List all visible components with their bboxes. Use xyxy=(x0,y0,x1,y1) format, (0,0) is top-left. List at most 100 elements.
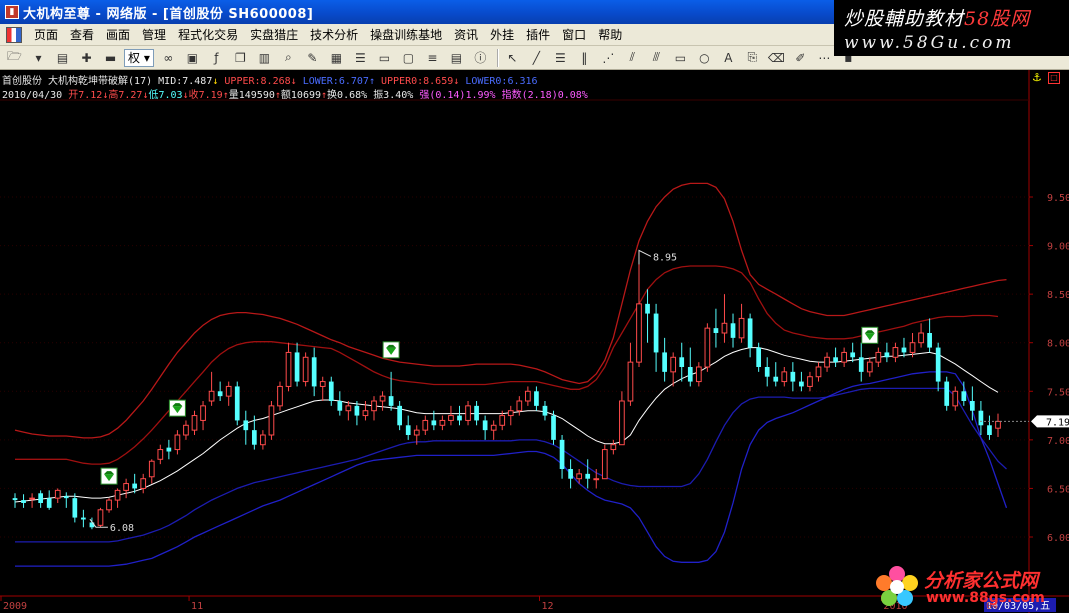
window-icon[interactable]: ▢ xyxy=(398,48,419,67)
candle-body xyxy=(970,401,975,411)
search-icon[interactable]: ⌕ xyxy=(278,48,299,67)
text-tool-icon[interactable]: A xyxy=(718,48,739,67)
tools-icon[interactable]: ✎ xyxy=(302,48,323,67)
candle-body xyxy=(183,424,189,436)
candle-body xyxy=(704,327,711,368)
candle-body xyxy=(627,361,634,402)
candle-body xyxy=(679,357,685,367)
list-icon[interactable]: ☰ xyxy=(350,48,371,67)
buy-signal-icon xyxy=(100,467,118,485)
candle-body xyxy=(935,347,941,382)
menu-item-6[interactable]: 技术分析 xyxy=(304,26,364,43)
rectangle-tool-icon[interactable]: ▭ xyxy=(670,48,691,67)
draw-icon[interactable]: ✐ xyxy=(790,48,811,67)
candle-body xyxy=(345,405,352,412)
candle-body xyxy=(507,410,514,417)
zoom-out-icon[interactable]: ▬ xyxy=(100,48,121,67)
candle-body xyxy=(114,489,121,501)
candle-body xyxy=(354,405,360,416)
info-icon[interactable]: ⓘ xyxy=(470,48,491,67)
ellipse-tool-icon[interactable]: ○ xyxy=(694,48,715,67)
menu-item-11[interactable]: 窗口 xyxy=(556,26,592,43)
upper-band-line xyxy=(15,265,999,465)
vline-tool-icon[interactable]: ‖ xyxy=(574,48,595,67)
film-icon[interactable]: ▣ xyxy=(182,48,203,67)
candle-body xyxy=(927,333,932,348)
menu-item-9[interactable]: 外挂 xyxy=(484,26,520,43)
menu-item-5[interactable]: 实盘猎庄 xyxy=(244,26,304,43)
rights-select[interactable]: 权 ▾ xyxy=(124,48,154,67)
mid-line xyxy=(14,347,999,503)
formula-icon[interactable]: ƒ xyxy=(206,48,227,67)
menu-logo-icon[interactable] xyxy=(6,26,22,43)
toolbar-separator xyxy=(496,48,499,67)
candle-body xyxy=(730,323,736,338)
brand-line1-main: 炒股輔助教材 xyxy=(844,8,965,30)
buy-signal-icon xyxy=(861,326,879,344)
candle-body xyxy=(815,366,822,378)
candle-body xyxy=(405,425,411,435)
menu-item-0[interactable]: 页面 xyxy=(28,26,64,43)
grid-icon[interactable]: ▦ xyxy=(326,48,347,67)
buy-signal-icon xyxy=(382,341,400,359)
fan-tool-icon[interactable]: ⋰ xyxy=(598,48,619,67)
candle-body xyxy=(12,498,18,501)
candle-body xyxy=(148,460,155,478)
open-icon[interactable]: 🗁 xyxy=(4,48,25,67)
candle-body xyxy=(328,381,334,401)
candle-body xyxy=(448,415,454,421)
candle-body xyxy=(636,303,642,363)
candle-body xyxy=(200,405,206,421)
channel-tool-icon[interactable]: ⫽ xyxy=(622,48,643,67)
copy-icon[interactable]: ❐ xyxy=(230,48,251,67)
candle-body xyxy=(918,332,924,344)
candle-body xyxy=(431,420,437,426)
chart-icon[interactable]: ▥ xyxy=(254,48,275,67)
candle-body xyxy=(585,473,591,479)
quote-icon[interactable]: ▤ xyxy=(52,48,73,67)
menu-item-8[interactable]: 资讯 xyxy=(448,26,484,43)
kline-chart[interactable]: 8.95 6.08 9.50 9.00 8.50 8.00 7.50 7.00 6.50 6.0… xyxy=(0,70,1069,613)
layout-icon[interactable]: ▭ xyxy=(374,48,395,67)
candle-body xyxy=(337,401,343,411)
menu-item-3[interactable]: 管理 xyxy=(136,26,172,43)
candle-body xyxy=(174,434,181,451)
quote-strength: 强(0.14)1.99% xyxy=(419,90,496,101)
window-title: 大机构至尊 - 网络版 - [首创股份 SH600008] xyxy=(23,6,314,22)
menu-item-10[interactable]: 插件 xyxy=(520,26,556,43)
candle-body xyxy=(38,493,43,503)
cursor-icon[interactable]: ↖ xyxy=(502,48,523,67)
menu-item-2[interactable]: 画面 xyxy=(100,26,136,43)
dropdown-arrow-icon[interactable]: ▾ xyxy=(28,48,49,67)
eraser-icon[interactable]: ⌫ xyxy=(766,48,787,67)
menu-item-4[interactable]: 程式化交易 xyxy=(172,26,244,43)
zoom-in-icon[interactable]: ✚ xyxy=(76,48,97,67)
price-tick-label: 6.00 xyxy=(1047,533,1069,544)
candle-body xyxy=(251,430,257,445)
candle-body xyxy=(140,478,147,489)
flow-icon[interactable]: ≡ xyxy=(422,48,443,67)
glasses-icon[interactable]: ∞ xyxy=(158,48,179,67)
line-tool-icon[interactable]: ╱ xyxy=(526,48,547,67)
menu-item-1[interactable]: 查看 xyxy=(64,26,100,43)
candle-body xyxy=(277,385,283,407)
copy-tool-icon[interactable]: ⎘ xyxy=(742,48,763,67)
menu-item-12[interactable]: 帮助 xyxy=(592,26,628,43)
brand-url: www.58Gu.com xyxy=(844,33,1015,53)
anchor-icon[interactable]: ⚓ xyxy=(1032,72,1044,84)
parallel-tool-icon[interactable]: ⫻ xyxy=(646,48,667,67)
window-toggle-icon[interactable]: □ xyxy=(1048,72,1060,84)
dots-icon[interactable]: ⋯ xyxy=(814,48,835,67)
candle-body xyxy=(551,415,556,440)
report-icon[interactable]: ▤ xyxy=(446,48,467,67)
hline-tool-icon[interactable]: ☰ xyxy=(550,48,571,67)
quote-close: 收7.19 xyxy=(188,90,223,101)
candle-body xyxy=(285,351,292,387)
chart-area[interactable]: 8.95 6.08 9.50 9.00 8.50 8.00 7.50 7.00 6.50 6.0… xyxy=(0,70,1069,613)
candle-body xyxy=(875,351,882,363)
menu-item-7[interactable]: 操盘训练基地 xyxy=(364,26,448,43)
candle-body xyxy=(29,497,35,500)
app-icon[interactable]: ▮ xyxy=(5,5,19,19)
candle-body xyxy=(217,391,223,397)
quote-high: 高7.27 xyxy=(108,90,143,101)
